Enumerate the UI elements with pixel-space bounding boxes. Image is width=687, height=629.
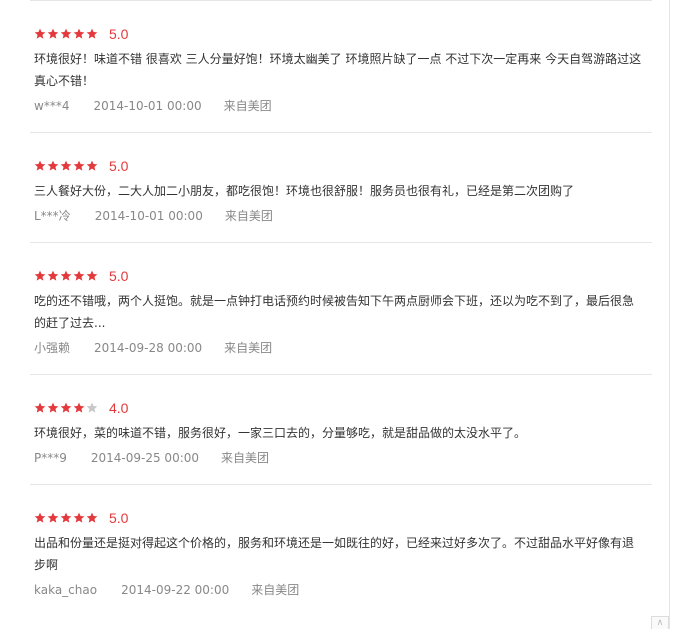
star-filled-icon <box>34 28 46 40</box>
review-source: 来自美团 <box>224 209 273 223</box>
review-divider <box>30 484 652 485</box>
star-filled-icon <box>73 402 85 414</box>
review-divider <box>30 374 652 375</box>
review-meta: 小强赖 2014-09-28 00:00 来自美团 <box>34 337 654 359</box>
rating-row: 5.0 <box>34 265 654 287</box>
review-divider <box>30 242 652 243</box>
review-meta: P***9 2014-09-25 00:00 来自美团 <box>34 447 654 469</box>
review-item: 5.0 出品和份量还是挺对得起这个价格的，服务和环境还是一如既往的好，已经来过好… <box>34 507 654 601</box>
review-source: 来自美团 <box>251 583 300 597</box>
rating-row: 4.0 <box>34 397 654 419</box>
star-filled-icon <box>73 270 85 282</box>
review-meta: w***4 2014-10-01 00:00 来自美团 <box>34 95 654 117</box>
star-filled-icon <box>60 28 72 40</box>
review-source: 来自美团 <box>224 341 273 355</box>
reviewer-name: kaka_chao <box>34 583 98 597</box>
review-source: 来自美团 <box>223 99 272 113</box>
review-meta: kaka_chao 2014-09-22 00:00 来自美团 <box>34 579 654 601</box>
star-filled-icon <box>86 28 98 40</box>
review-item: 5.0 吃的还不错哦，两个人挺饱。就是一点钟打电话预约时候被告知下午两点厨师会下… <box>34 265 654 359</box>
star-rating <box>34 402 99 414</box>
star-filled-icon <box>47 160 59 172</box>
reviewer-name: L***冷 <box>34 209 71 223</box>
review-item: 5.0 环境很好！味道不错 很喜欢 三人分量好饱！环境太幽美了 环境照片缺了一点… <box>34 23 654 117</box>
review-text: 三人餐好大份，二大人加二小朋友，都吃很饱！环境也很舒服！服务员也很有礼，已经是第… <box>34 184 575 198</box>
star-filled-icon <box>60 512 72 524</box>
review-meta: L***冷 2014-10-01 00:00 来自美团 <box>34 205 654 227</box>
reviewer-name: P***9 <box>34 451 67 465</box>
star-filled-icon <box>73 28 85 40</box>
star-filled-icon <box>86 160 98 172</box>
star-empty-icon <box>86 402 98 414</box>
review-list-panel: 5.0 环境很好！味道不错 很喜欢 三人分量好饱！环境太幽美了 环境照片缺了一点… <box>0 0 670 629</box>
review-item: 5.0 三人餐好大份，二大人加二小朋友，都吃很饱！环境也很舒服！服务员也很有礼，… <box>34 155 654 227</box>
star-filled-icon <box>47 402 59 414</box>
review-date: 2014-09-28 00:00 <box>94 341 203 355</box>
star-filled-icon <box>47 512 59 524</box>
rating-score: 4.0 <box>109 400 129 416</box>
star-rating <box>34 270 99 282</box>
star-filled-icon <box>86 512 98 524</box>
star-rating <box>34 28 99 40</box>
review-text: 出品和份量还是挺对得起这个价格的，服务和环境还是一如既往的好，已经来过好多次了。… <box>34 536 635 572</box>
review-date: 2014-10-01 00:00 <box>94 209 203 223</box>
review-text: 吃的还不错哦，两个人挺饱。就是一点钟打电话预约时候被告知下午两点厨师会下班，还以… <box>34 294 635 330</box>
star-filled-icon <box>47 270 59 282</box>
top-divider <box>30 0 652 1</box>
star-filled-icon <box>60 402 72 414</box>
review-item: 4.0 环境很好，菜的味道不错，服务很好，一家三口去的，分量够吃，就是甜品做的太… <box>34 397 654 469</box>
review-source: 来自美团 <box>221 451 270 465</box>
star-filled-icon <box>60 160 72 172</box>
star-rating <box>34 512 99 524</box>
reviewer-name: w***4 <box>34 99 70 113</box>
star-filled-icon <box>34 512 46 524</box>
review-date: 2014-10-01 00:00 <box>93 99 202 113</box>
rating-score: 5.0 <box>109 158 129 174</box>
reviewer-name: 小强赖 <box>34 341 71 355</box>
star-filled-icon <box>86 270 98 282</box>
rating-score: 5.0 <box>109 26 129 42</box>
star-filled-icon <box>34 402 46 414</box>
rating-score: 5.0 <box>109 510 129 526</box>
star-filled-icon <box>34 160 46 172</box>
star-filled-icon <box>47 28 59 40</box>
review-date: 2014-09-25 00:00 <box>90 451 200 465</box>
star-rating <box>34 160 99 172</box>
star-filled-icon <box>34 270 46 282</box>
review-text: 环境很好，菜的味道不错，服务很好，一家三口去的，分量够吃，就是甜品做的太没水平了… <box>34 426 527 440</box>
review-text: 环境很好！味道不错 很喜欢 三人分量好饱！环境太幽美了 环境照片缺了一点 不过下… <box>34 52 642 88</box>
rating-row: 5.0 <box>34 507 654 529</box>
star-filled-icon <box>73 512 85 524</box>
rating-row: 5.0 <box>34 23 654 45</box>
star-filled-icon <box>73 160 85 172</box>
star-filled-icon <box>60 270 72 282</box>
rating-row: 5.0 <box>34 155 654 177</box>
rating-score: 5.0 <box>109 268 129 284</box>
review-divider <box>30 132 652 133</box>
review-date: 2014-09-22 00:00 <box>121 583 230 597</box>
scroll-to-top-icon[interactable]: ∧ <box>651 616 669 629</box>
